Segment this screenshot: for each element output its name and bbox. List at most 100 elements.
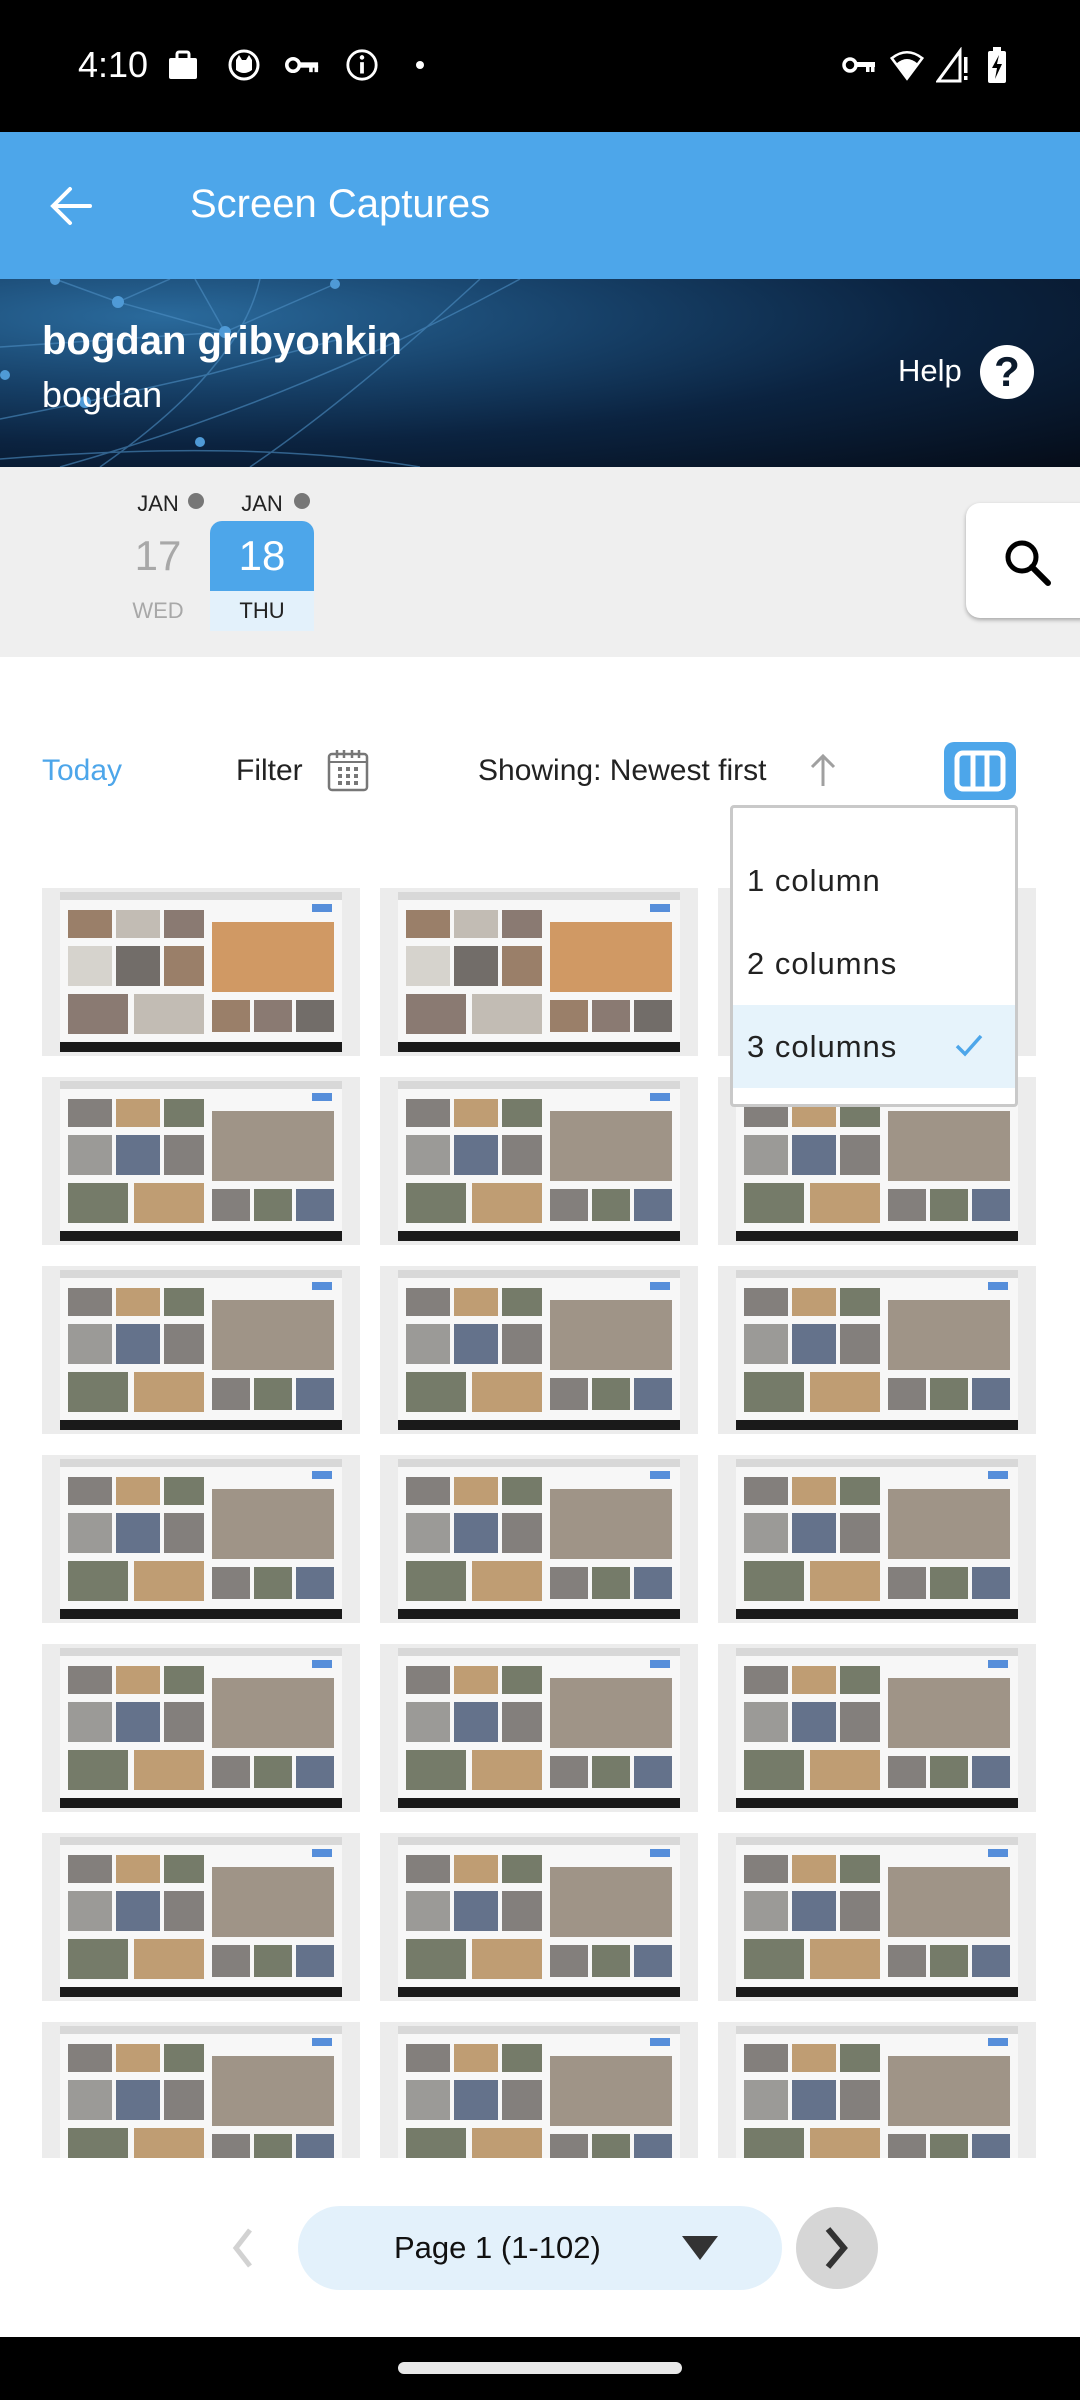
- thumbnail-block: [312, 1282, 332, 1290]
- thumbnail-block: [810, 1750, 880, 1790]
- thumbnail-block: [312, 904, 332, 912]
- screenshot-thumbnail[interactable]: [42, 1077, 360, 1245]
- thumbnail-block: [744, 2080, 788, 2120]
- thumbnail-block: [972, 1756, 1010, 1788]
- thumbnail-block: [792, 1891, 836, 1931]
- thumbnail-titlebar: [398, 892, 680, 900]
- thumbnail-block: [254, 1756, 292, 1788]
- thumbnail-block: [68, 2080, 112, 2120]
- thumbnail-block: [164, 1513, 204, 1553]
- thumbnail-block: [116, 1099, 160, 1127]
- thumbnail-block: [744, 1477, 788, 1505]
- thumbnail-block: [502, 910, 542, 938]
- thumbnail-block: [888, 1567, 926, 1599]
- wifi-icon: [890, 48, 924, 82]
- thumbnail-block: [454, 1891, 498, 1931]
- screenshot-thumbnail[interactable]: [718, 1833, 1036, 2001]
- thumbnail-image: [60, 892, 342, 1052]
- thumbnail-block: [406, 1750, 466, 1790]
- menu-item-3-columns[interactable]: 3 columns: [733, 1005, 1015, 1088]
- thumbnail-taskbar: [60, 1042, 342, 1052]
- thumbnail-block: [988, 1471, 1008, 1479]
- thumbnail-block: [840, 1666, 880, 1694]
- thumbnail-block: [68, 910, 112, 938]
- thumbnail-taskbar: [736, 1798, 1018, 1808]
- screenshot-thumbnail[interactable]: [380, 888, 698, 1056]
- date-jan-18[interactable]: JAN 18 THU: [210, 487, 314, 631]
- filter-button[interactable]: Filter: [236, 754, 303, 788]
- thumbnail-block: [212, 1567, 250, 1599]
- screenshot-thumbnail[interactable]: [380, 1077, 698, 1245]
- screenshot-thumbnail[interactable]: [42, 2022, 360, 2158]
- screenshot-thumbnail[interactable]: [718, 2022, 1036, 2158]
- thumbnail-block: [134, 1939, 204, 1979]
- thumbnail-block: [68, 1750, 128, 1790]
- thumbnail-block: [296, 1756, 334, 1788]
- thumbnail-block: [744, 1288, 788, 1316]
- help-link[interactable]: Help: [898, 353, 962, 389]
- screenshot-thumbnail[interactable]: [42, 1455, 360, 1623]
- thumbnail-block: [68, 1891, 112, 1931]
- thumbnail-taskbar: [60, 1420, 342, 1430]
- home-gesture-handle[interactable]: [398, 2362, 682, 2374]
- column-layout-button[interactable]: [944, 742, 1016, 800]
- thumbnail-image: [736, 1837, 1018, 1997]
- next-page-button[interactable]: [796, 2207, 878, 2289]
- sort-order-toggle[interactable]: Showing: Newest first: [478, 754, 766, 788]
- screenshot-thumbnail[interactable]: [42, 1833, 360, 2001]
- calendar-icon[interactable]: [326, 748, 370, 792]
- screenshot-thumbnail[interactable]: [380, 2022, 698, 2158]
- thumbnail-image: [736, 1459, 1018, 1619]
- thumbnail-block: [840, 1513, 880, 1553]
- screenshot-thumbnail[interactable]: [42, 888, 360, 1056]
- thumbnail-block: [550, 1189, 588, 1221]
- menu-item-1-column[interactable]: 1 column: [733, 839, 1015, 922]
- thumbnail-block: [744, 1561, 804, 1601]
- thumbnail-block: [988, 1849, 1008, 1857]
- thumbnail-block: [68, 1702, 112, 1742]
- thumbnail-block: [406, 1135, 450, 1175]
- thumbnail-block: [472, 1183, 542, 1223]
- thumbnail-block: [254, 1378, 292, 1410]
- today-button[interactable]: Today: [42, 754, 122, 788]
- thumbnail-block: [406, 1702, 450, 1742]
- thumbnail-block: [634, 1378, 672, 1410]
- menu-item-2-columns[interactable]: 2 columns: [733, 922, 1015, 1005]
- screenshot-thumbnail[interactable]: [380, 1833, 698, 2001]
- screenshot-thumbnail[interactable]: [380, 1455, 698, 1623]
- thumbnail-image: [736, 1270, 1018, 1430]
- thumbnail-block: [116, 1513, 160, 1553]
- thumbnail-titlebar: [60, 2026, 342, 2034]
- thumbnail-block: [212, 1867, 334, 1937]
- thumbnail-block: [972, 1189, 1010, 1221]
- page-label: Page 1 (1-102): [394, 2230, 601, 2265]
- thumbnail-block: [634, 1945, 672, 1977]
- thumbnail-image: [398, 2026, 680, 2158]
- arrow-left-icon[interactable]: [44, 176, 104, 236]
- chevron-left-icon[interactable]: [226, 2226, 260, 2270]
- page-selector[interactable]: Page 1 (1-102): [298, 2206, 782, 2290]
- arrow-up-icon[interactable]: [806, 750, 840, 790]
- screenshot-thumbnail[interactable]: [718, 1644, 1036, 1812]
- search-button[interactable]: [966, 503, 1080, 618]
- screenshot-thumbnail[interactable]: [42, 1266, 360, 1434]
- thumbnail-block: [792, 1324, 836, 1364]
- thumbnail-block: [134, 1561, 204, 1601]
- screenshot-thumbnail[interactable]: [42, 1644, 360, 1812]
- thumbnail-taskbar: [736, 1987, 1018, 1997]
- screenshot-thumbnail[interactable]: [718, 1455, 1036, 1623]
- profile-username: bogdan: [42, 374, 163, 415]
- thumbnail-block: [744, 1666, 788, 1694]
- thumbnail-block: [550, 1945, 588, 1977]
- screenshot-thumbnail[interactable]: [718, 1266, 1036, 1434]
- date-jan-17[interactable]: JAN 17 WED: [106, 487, 210, 631]
- thumbnail-titlebar: [60, 1837, 342, 1845]
- thumbnail-block: [792, 1513, 836, 1553]
- thumbnail-titlebar: [60, 1648, 342, 1656]
- thumbnail-taskbar: [398, 1042, 680, 1052]
- question-circle-icon[interactable]: ?: [980, 345, 1034, 399]
- screenshot-thumbnail[interactable]: [380, 1644, 698, 1812]
- screenshot-thumbnail[interactable]: [380, 1266, 698, 1434]
- thumbnail-image: [736, 1648, 1018, 1808]
- thumbnail-titlebar: [60, 892, 342, 900]
